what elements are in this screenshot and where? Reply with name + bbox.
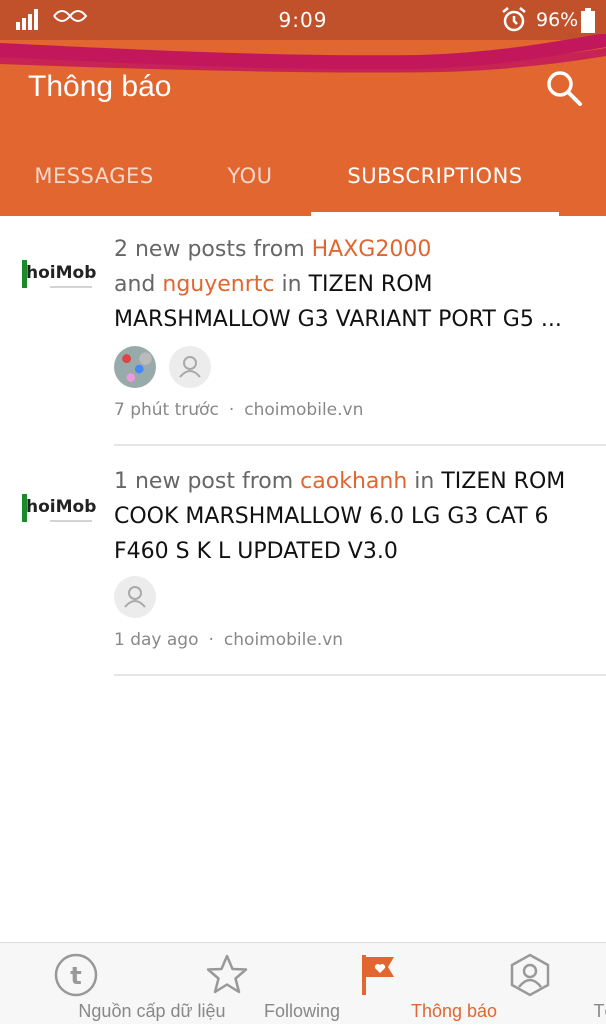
- notification-and: and: [114, 272, 156, 297]
- svg-text:hoiMobil: hoiMobil: [26, 497, 96, 517]
- search-icon[interactable]: [544, 68, 584, 108]
- notification-time: 7 phút trước: [114, 400, 219, 420]
- tab-messages[interactable]: MESSAGES: [14, 140, 174, 216]
- user-placeholder-icon: [179, 356, 201, 378]
- battery-icon: [581, 8, 595, 33]
- svg-text:hoiMobil: hoiMobil: [26, 263, 96, 283]
- notification-time: 1 day ago: [114, 630, 199, 650]
- user-placeholder-icon: [124, 586, 146, 608]
- avatar-row: [114, 576, 164, 620]
- nav-item-me[interactable]: Tôi: [454, 943, 606, 1025]
- avatar[interactable]: [114, 346, 156, 388]
- username-link[interactable]: nguyenrtc: [162, 272, 274, 297]
- meta-separator: ·: [208, 630, 214, 650]
- avatar[interactable]: [114, 576, 156, 618]
- meta-separator: ·: [228, 400, 235, 420]
- notification-site: choimobile.vn: [223, 630, 344, 650]
- username-link[interactable]: caokhanh: [300, 469, 407, 494]
- tumblr-t-icon: t: [54, 953, 98, 997]
- notification-item[interactable]: hoiMobil 1 new post from caokhanh in TIZ…: [0, 448, 606, 678]
- notification-meta: 1 day ago · choimobile.vn: [114, 630, 343, 650]
- divider: [114, 674, 606, 676]
- notification-text: 2 new posts from HAXG2000 and nguyenrtc …: [114, 232, 588, 337]
- divider: [114, 444, 606, 446]
- svg-text:t: t: [70, 962, 81, 990]
- tab-bar: MESSAGES YOU SUBSCRIPTIONS: [0, 140, 606, 216]
- notification-feed: hoiMobil 2 new posts from HAXG2000 and n…: [0, 216, 606, 676]
- nav-label: Tôi: [593, 1001, 606, 1021]
- nav-item-feed[interactable]: t Nguồn cấp dữ liệu: [0, 943, 226, 1025]
- nav-item-notifications[interactable]: Thông báo: [302, 943, 497, 1025]
- site-logo: hoiMobil: [22, 494, 96, 522]
- bottom-nav: t Nguồn cấp dữ liệu Following Thông báo …: [0, 942, 606, 1024]
- notification-prefix: 1 new post from: [114, 469, 294, 494]
- flag-heart-icon: [362, 955, 394, 995]
- notification-meta: 7 phút trước · choimobile.vn: [114, 400, 363, 420]
- tab-subscriptions[interactable]: SUBSCRIPTIONS: [311, 140, 559, 216]
- username-link[interactable]: HAXG2000: [312, 237, 432, 262]
- avatar[interactable]: [169, 346, 212, 388]
- notification-in: in: [414, 469, 435, 494]
- tab-you[interactable]: YOU: [196, 140, 304, 216]
- page-title: Thông báo: [28, 70, 172, 103]
- star-icon: [206, 954, 248, 994]
- avatar-row: [114, 346, 219, 390]
- notification-prefix: 2 new posts from: [114, 237, 305, 262]
- alarm-icon: [502, 7, 526, 32]
- notification-item[interactable]: hoiMobil 2 new posts from HAXG2000 and n…: [0, 216, 606, 446]
- app-header: Thông báo MESSAGES YOU SUBSCRIPTIONS: [0, 40, 606, 216]
- user-icon: [510, 953, 550, 997]
- site-logo: hoiMobil: [22, 260, 96, 288]
- battery-percent: 96%: [536, 9, 579, 31]
- notification-in: in: [281, 272, 302, 297]
- nav-item-following[interactable]: Following: [152, 943, 340, 1025]
- notification-site: choimobile.vn: [244, 400, 364, 420]
- notification-text: 1 new post from caokhanh in TIZEN ROM CO…: [114, 464, 588, 569]
- status-bar: 9:09 96%: [0, 0, 606, 40]
